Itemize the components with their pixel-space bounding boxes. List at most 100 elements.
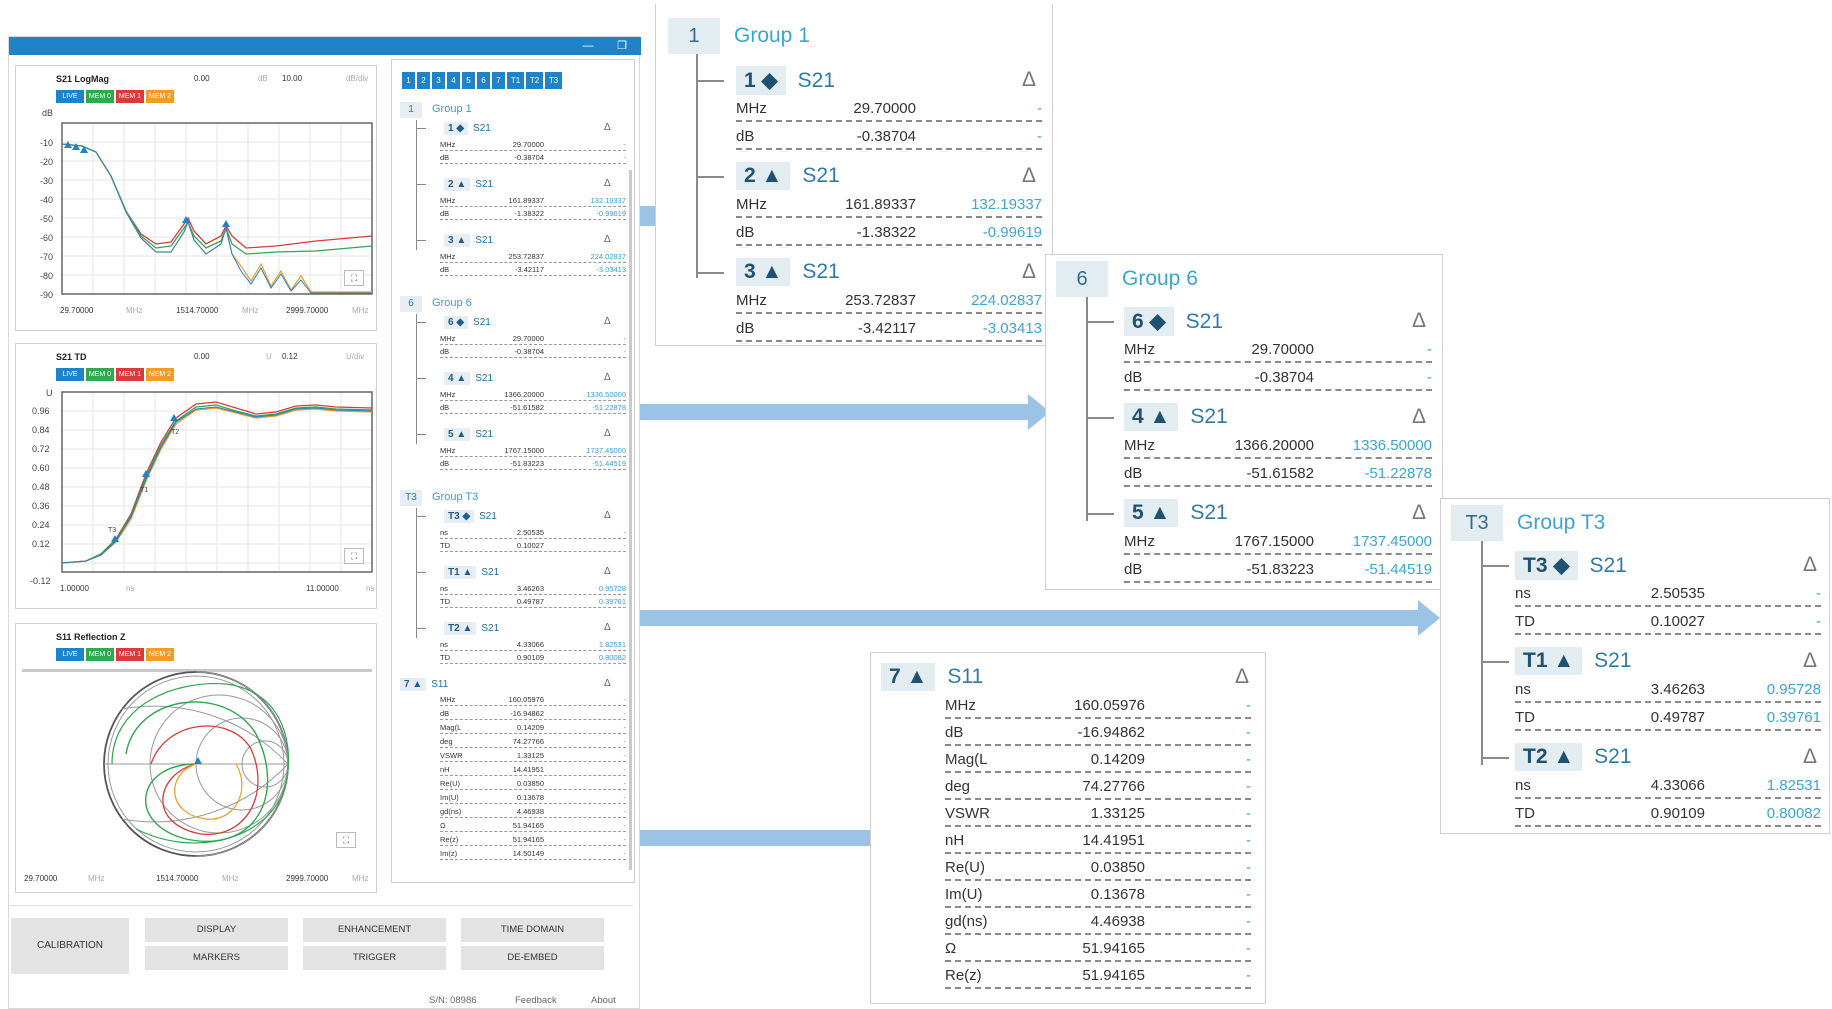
x-mid[interactable]: 1514.70000 xyxy=(176,306,218,315)
y-tick: 0.24 xyxy=(32,520,50,530)
marker-t2-header[interactable]: T2 ▲ S21 Δ xyxy=(444,622,611,635)
marker-3-header[interactable]: 3 ▲ S21 Δ xyxy=(444,234,611,247)
marker-tab[interactable]: T2 xyxy=(526,72,543,89)
marker-t3-header[interactable]: T3 ◆ S21 Δ xyxy=(444,510,611,523)
list-item: gd(ns) 4.46938- xyxy=(440,807,626,818)
marker-tab[interactable]: 7 xyxy=(492,72,505,89)
x-end-unit: MHz xyxy=(352,306,369,315)
list-item: TD 0.10027- xyxy=(440,541,626,552)
marker-tab[interactable]: 1 xyxy=(402,72,415,89)
x-start[interactable]: 29.70000 xyxy=(60,306,93,315)
serial-number: S/N: 08986 xyxy=(429,995,477,1006)
trigger-button[interactable]: TRIGGER xyxy=(303,946,446,970)
x-mid-unit: MHz xyxy=(222,874,239,883)
x-mid[interactable]: 1514.70000 xyxy=(156,874,198,883)
delta-icon: Δ xyxy=(1803,649,1818,672)
list-item: dB -0.38704- xyxy=(440,347,626,358)
plot-s21-td[interactable]: S21 TD 0.00 U 0.12 U/div LIVE MEM 0 MEM … xyxy=(15,343,377,609)
delta-icon: Δ xyxy=(1235,665,1250,688)
marker-2-header[interactable]: 2 ▲ S21 Δ xyxy=(444,178,611,191)
x-end[interactable]: 11.00000 xyxy=(306,584,339,593)
calibration-button[interactable]: CALIBRATION xyxy=(11,918,129,974)
y-unit-label: U xyxy=(46,388,53,398)
x-start-unit: MHz xyxy=(88,874,105,883)
feedback-link[interactable]: Feedback xyxy=(515,995,557,1006)
list-item: MHz 160.05976- xyxy=(440,695,626,706)
td-plot-area[interactable]: U 0.96 0.84 0.72 0.60 0.48 0.36 0.24 0.1… xyxy=(16,344,378,610)
marker-6-header[interactable]: 6 ◆ S21 Δ xyxy=(444,316,611,329)
scale-icon[interactable]: ⛶ xyxy=(336,832,356,848)
list-item: ns 3.46263 0.95728 xyxy=(440,584,626,595)
smith-chart-area[interactable] xyxy=(16,624,378,894)
list-item: dB -3.42117 -3.03413 xyxy=(440,265,626,276)
y-tick: 0.36 xyxy=(32,501,50,511)
marker-tab[interactable]: T1 xyxy=(507,72,524,89)
y-tick: -60 xyxy=(40,233,53,243)
list-item: dB -1.38322 -0.99619 xyxy=(440,209,626,220)
markers-button[interactable]: MARKERS xyxy=(145,946,288,970)
list-item: dB -51.61582 -51.22878 xyxy=(440,403,626,414)
x-mid-unit: MHz xyxy=(242,306,259,315)
list-item: TD 0.49787 0.39761 xyxy=(440,597,626,608)
group-6-header[interactable]: 6 Group 6 xyxy=(400,296,472,312)
time-domain-button[interactable]: TIME DOMAIN xyxy=(461,918,604,942)
plot-s21-logmag[interactable]: S21 LogMag 0.00 dB 10.00 dB/div LIVE MEM… xyxy=(15,65,377,331)
list-item: Re(z) 51.94165- xyxy=(440,835,626,846)
delta-icon: Δ xyxy=(1803,553,1818,576)
group-1-header[interactable]: 1 Group 1 xyxy=(400,102,472,118)
marker-tab[interactable]: T3 xyxy=(545,72,562,89)
minimize-icon[interactable]: — xyxy=(579,38,597,54)
restore-icon[interactable]: ❐ xyxy=(613,38,631,54)
list-item: TD 0.90109 0.80082 xyxy=(440,653,626,664)
marker-1-header[interactable]: 1 ◆ S21 Δ xyxy=(444,122,611,135)
marker-t3-label: T3 xyxy=(108,527,116,534)
zoom-group-1: 1 Group 1 1 ◆ S21 Δ MHz 29.70000- dB -0.3870… xyxy=(655,4,1053,346)
logmag-plot-area[interactable]: dB -10 -20 -30 -40 -50 -60 -70 -80 -90 xyxy=(16,66,378,332)
display-button[interactable]: DISPLAY xyxy=(145,918,288,942)
marker-2 xyxy=(72,143,80,150)
about-link[interactable]: About xyxy=(591,995,616,1006)
delta-icon: Δ xyxy=(604,622,611,633)
x-start-unit: MHz xyxy=(126,306,143,315)
y-tick: -50 xyxy=(40,214,53,224)
delta-icon: Δ xyxy=(604,566,611,577)
delta-icon: Δ xyxy=(604,178,611,189)
x-start[interactable]: 1.00000 xyxy=(60,584,89,593)
list-item: dB -0.38704- xyxy=(440,153,626,164)
marker-tab[interactable]: 2 xyxy=(417,72,430,89)
plot-s11-smith[interactable]: S11 Reflection Z LIVE MEM 0 MEM 1 MEM 2 xyxy=(15,623,377,893)
de-embed-button[interactable]: DE-EMBED xyxy=(461,946,604,970)
marker-tab[interactable]: 5 xyxy=(462,72,475,89)
marker-tab[interactable]: 3 xyxy=(432,72,445,89)
marker-4-header[interactable]: 4 ▲ S21 Δ xyxy=(444,372,611,385)
marker-7-header[interactable]: 7 ▲ S11 Δ xyxy=(400,678,611,691)
marker-5-header[interactable]: 5 ▲ S21 Δ xyxy=(444,428,611,441)
scale-icon[interactable]: ⛶ xyxy=(344,548,364,564)
list-item: dB -16.94862- xyxy=(440,709,626,720)
x-end-unit: MHz xyxy=(352,874,369,883)
y-tick: -30 xyxy=(40,176,53,186)
x-end[interactable]: 2999.70000 xyxy=(286,306,328,315)
list-item: MHz 29.70000- xyxy=(440,140,626,151)
app-window: — ❐ S21 LogMag 0.00 dB 10.00 dB/div LIVE… xyxy=(8,36,641,1009)
x-end[interactable]: 2999.70000 xyxy=(286,874,328,883)
y-tick: -20 xyxy=(40,157,53,167)
zoom-group-t3: T3 Group T3 T3 ◆ S21 Δ ns 2.50535- TD 0.1002… xyxy=(1440,498,1830,834)
list-item: deg 74.27766- xyxy=(440,737,626,748)
list-item: Mag(L 0.14209- xyxy=(440,723,626,734)
scrollbar[interactable] xyxy=(629,170,632,870)
scale-icon[interactable]: ⛶ xyxy=(344,270,364,286)
marker-tab[interactable]: 4 xyxy=(447,72,460,89)
zoom-marker-7: 7 ▲ S11 Δ MHz 160.05976- dB -16.94862- Mag(… xyxy=(870,652,1266,1004)
y-tick-labels: 0.96 0.84 0.72 0.60 0.48 0.36 0.24 0.12 … xyxy=(30,406,51,586)
enhancement-button[interactable]: ENHANCEMENT xyxy=(303,918,446,942)
group-t3-header[interactable]: T3 Group T3 xyxy=(400,490,478,506)
marker-tab[interactable]: 6 xyxy=(477,72,490,89)
delta-icon: Δ xyxy=(1412,501,1427,524)
marker-t1-header[interactable]: T1 ▲ S21 Δ xyxy=(444,566,611,579)
delta-icon: Δ xyxy=(1022,68,1037,91)
list-item: dB -51.83223 -51.44519 xyxy=(440,459,626,470)
x-start[interactable]: 29.70000 xyxy=(24,874,57,883)
y-tick: 0.48 xyxy=(32,482,50,492)
list-item: MHz 1767.15000 1737.45000 xyxy=(440,446,626,457)
